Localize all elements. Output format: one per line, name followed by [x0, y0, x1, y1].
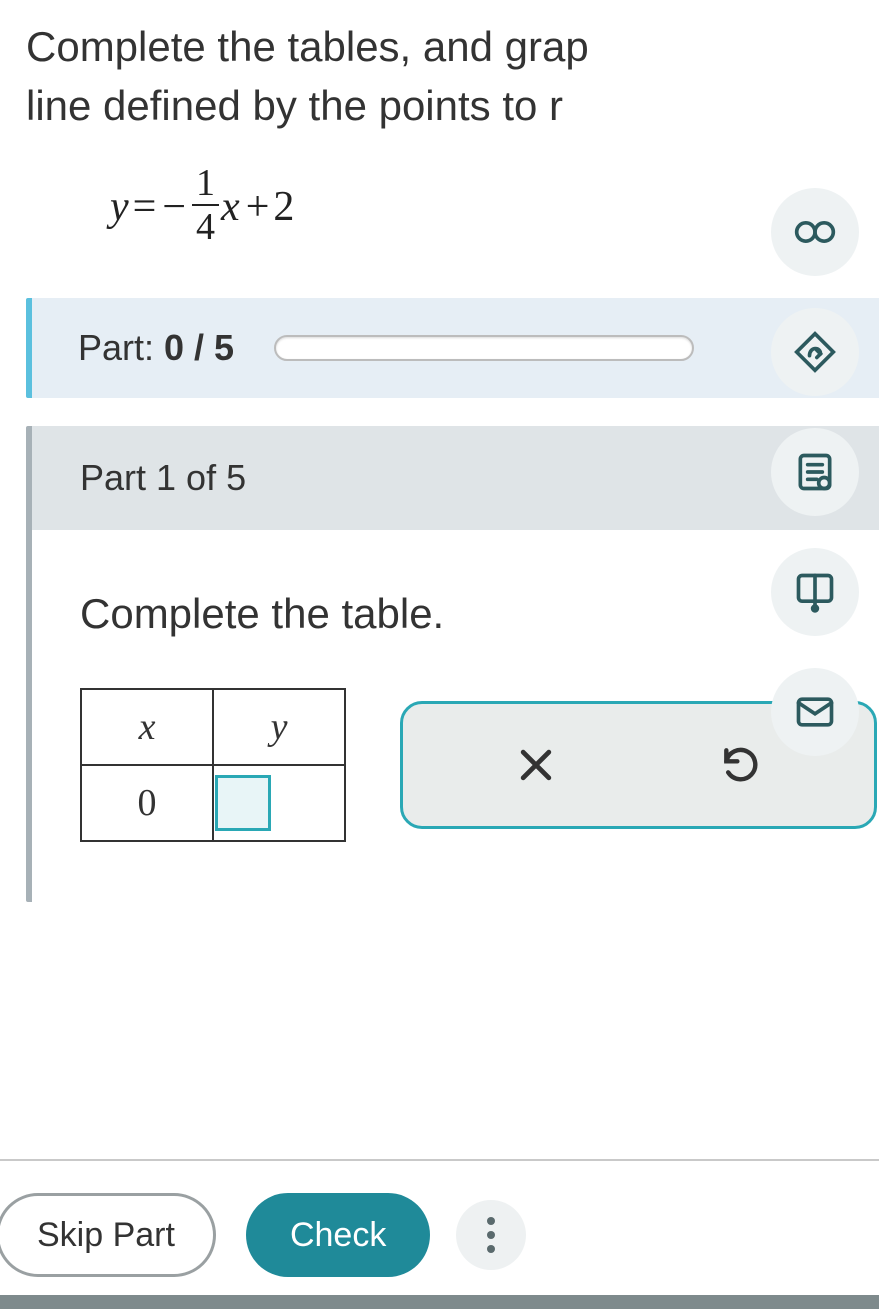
bottom-bar: Skip Part Check	[0, 1159, 879, 1309]
side-button-column	[771, 188, 859, 756]
more-options-button[interactable]	[456, 1200, 526, 1270]
answer-input[interactable]	[215, 775, 271, 831]
table-cell-x: 0	[81, 765, 213, 841]
equation-y: y	[110, 183, 129, 231]
skip-part-button[interactable]: Skip Part	[0, 1193, 216, 1277]
table-header-x: x	[81, 689, 213, 765]
part-progress-label: Part: 0 / 5	[78, 327, 234, 369]
table-row: 0	[81, 765, 345, 841]
undo-button[interactable]	[713, 737, 769, 793]
part-instruction: Complete the table.	[80, 590, 879, 638]
equation-fraction: 1 4	[192, 164, 219, 246]
equation-negative: −	[160, 183, 192, 231]
question-text: Complete the tables, and grap line defin…	[0, 0, 879, 136]
clear-button[interactable]	[508, 737, 564, 793]
equation-constant: 2	[273, 183, 294, 231]
message-button[interactable]	[771, 668, 859, 756]
question-line-2: line defined by the points to r	[26, 77, 879, 136]
notes-button[interactable]	[771, 428, 859, 516]
part-progress-prefix: Part:	[78, 327, 164, 368]
part-progress-value: 0 / 5	[164, 327, 234, 368]
equation-x: x	[219, 183, 240, 231]
fraction-numerator: 1	[192, 164, 219, 204]
table-cell-y[interactable]	[213, 765, 345, 841]
progress-bar	[274, 335, 694, 361]
xy-table: x y 0	[80, 688, 346, 842]
question-line-1: Complete the tables, and grap	[26, 18, 879, 77]
part-progress-panel: Part: 0 / 5	[26, 298, 879, 398]
equation-equals: =	[129, 183, 161, 231]
equation-plus: +	[240, 183, 274, 231]
bottom-strip	[0, 1295, 879, 1309]
check-button[interactable]: Check	[246, 1193, 430, 1277]
hint-button[interactable]	[771, 308, 859, 396]
skip-part-label: Skip Part	[37, 1216, 175, 1255]
table-header-y: y	[213, 689, 345, 765]
fraction-denominator: 4	[192, 204, 219, 246]
accessibility-button[interactable]	[771, 188, 859, 276]
equation: y = − 1 4 x + 2	[0, 136, 879, 298]
ebook-button[interactable]	[771, 548, 859, 636]
check-label: Check	[290, 1216, 386, 1255]
part-header: Part 1 of 5	[32, 426, 879, 530]
part-container: Part 1 of 5 Complete the table. x y 0	[26, 426, 879, 902]
